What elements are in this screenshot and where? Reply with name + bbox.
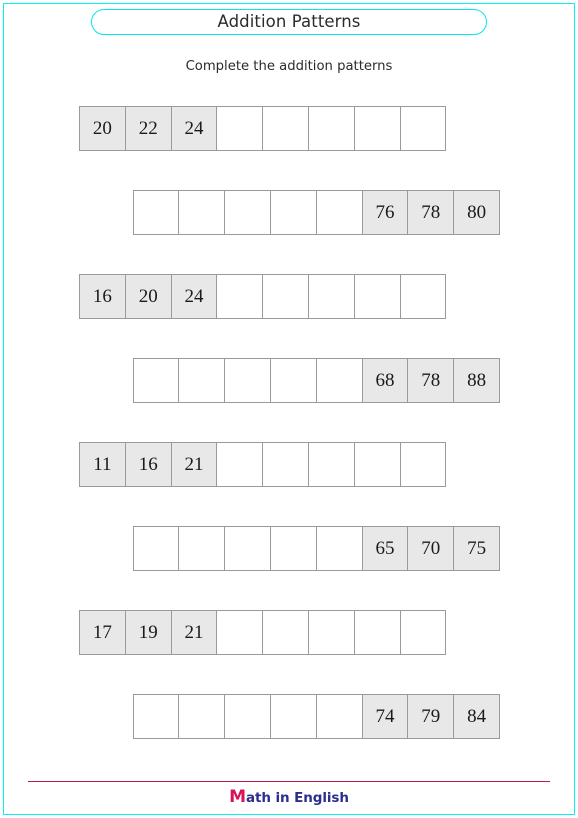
instruction-text: Complete the addition patterns <box>185 59 393 74</box>
pattern-cell-blank[interactable] <box>399 442 447 487</box>
pattern-rows-container: 20 22 24 76 78 80 16 20 24 68 78 88 11 16 21 65 70 75 17 19… <box>0 106 578 778</box>
pattern-cell-given: 21 <box>170 442 218 487</box>
pattern-cell-blank[interactable] <box>315 358 363 403</box>
pattern-cell-given: 65 <box>361 526 409 571</box>
pattern-cell-given: 24 <box>170 106 218 151</box>
pattern-cell-blank[interactable] <box>353 442 401 487</box>
pattern-cell-given: 16 <box>124 442 172 487</box>
pattern-cell-blank[interactable] <box>178 190 226 235</box>
footer-divider <box>28 781 550 783</box>
pattern-cell-given: 70 <box>407 526 455 571</box>
pattern-cell-given: 22 <box>124 106 172 151</box>
pattern-cell-blank[interactable] <box>132 694 180 739</box>
pattern-cell-given: 78 <box>407 190 455 235</box>
pattern-cell-given: 68 <box>361 358 409 403</box>
pattern-cell-blank[interactable] <box>132 358 180 403</box>
pattern-row: 16 20 24 <box>0 274 578 319</box>
pattern-cell-blank[interactable] <box>270 358 317 403</box>
pattern-cell-blank[interactable] <box>262 274 309 319</box>
pattern-cell-blank[interactable] <box>216 274 264 319</box>
worksheet-page: Addition Patterns Complete the addition … <box>0 0 578 818</box>
pattern-cell-given: 88 <box>453 358 500 403</box>
pattern-cell-given: 74 <box>361 694 409 739</box>
pattern-cell-given: 16 <box>79 274 126 319</box>
logo-wordmark: ath in English <box>246 790 349 806</box>
pattern-row: 17 19 21 <box>0 610 578 655</box>
logo-initial: M <box>229 787 247 807</box>
pattern-cell-blank[interactable] <box>307 274 355 319</box>
pattern-cell-blank[interactable] <box>224 190 272 235</box>
pattern-cell-blank[interactable] <box>216 610 264 655</box>
pattern-cell-given: 19 <box>124 610 172 655</box>
pattern-cell-given: 20 <box>79 106 126 151</box>
pattern-cell-blank[interactable] <box>178 526 226 571</box>
pattern-cell-blank[interactable] <box>132 526 180 571</box>
pattern-cell-blank[interactable] <box>353 274 401 319</box>
pattern-row: 76 78 80 <box>0 190 578 235</box>
pattern-row: 65 70 75 <box>0 526 578 571</box>
pattern-cell-blank[interactable] <box>132 190 180 235</box>
pattern-cell-given: 75 <box>453 526 500 571</box>
pattern-cell-blank[interactable] <box>307 442 355 487</box>
pattern-cell-blank[interactable] <box>270 190 317 235</box>
pattern-cell-given: 84 <box>453 694 500 739</box>
pattern-cell-given: 78 <box>407 358 455 403</box>
pattern-cell-blank[interactable] <box>399 106 447 151</box>
footer-logo: Math in English <box>0 789 578 806</box>
pattern-cell-blank[interactable] <box>270 526 317 571</box>
pattern-cell-blank[interactable] <box>216 442 264 487</box>
pattern-cell-given: 21 <box>170 610 218 655</box>
pattern-cell-blank[interactable] <box>399 274 447 319</box>
pattern-cell-given: 80 <box>453 190 500 235</box>
pattern-cell-blank[interactable] <box>216 106 264 151</box>
pattern-cell-blank[interactable] <box>315 190 363 235</box>
pattern-cell-blank[interactable] <box>224 358 272 403</box>
pattern-cell-blank[interactable] <box>307 610 355 655</box>
pattern-cell-blank[interactable] <box>315 694 363 739</box>
pattern-row: 11 16 21 <box>0 442 578 487</box>
pattern-cell-blank[interactable] <box>307 106 355 151</box>
page-title: Addition Patterns <box>217 11 361 31</box>
pattern-cell-blank[interactable] <box>224 694 272 739</box>
pattern-row: 68 78 88 <box>0 358 578 403</box>
pattern-cell-blank[interactable] <box>178 358 226 403</box>
pattern-row: 20 22 24 <box>0 106 578 151</box>
pattern-cell-blank[interactable] <box>224 526 272 571</box>
pattern-cell-blank[interactable] <box>315 526 363 571</box>
pattern-cell-blank[interactable] <box>270 694 317 739</box>
pattern-cell-blank[interactable] <box>178 694 226 739</box>
pattern-cell-given: 20 <box>124 274 172 319</box>
pattern-cell-blank[interactable] <box>262 106 309 151</box>
worksheet-title-box: Addition Patterns <box>91 9 487 35</box>
pattern-cell-blank[interactable] <box>353 106 401 151</box>
pattern-cell-given: 11 <box>79 442 126 487</box>
pattern-cell-given: 17 <box>79 610 126 655</box>
pattern-cell-blank[interactable] <box>262 442 309 487</box>
pattern-cell-blank[interactable] <box>262 610 309 655</box>
pattern-cell-given: 76 <box>361 190 409 235</box>
pattern-cell-blank[interactable] <box>353 610 401 655</box>
pattern-cell-given: 24 <box>170 274 218 319</box>
pattern-cell-blank[interactable] <box>399 610 447 655</box>
pattern-cell-given: 79 <box>407 694 455 739</box>
pattern-row: 74 79 84 <box>0 694 578 739</box>
